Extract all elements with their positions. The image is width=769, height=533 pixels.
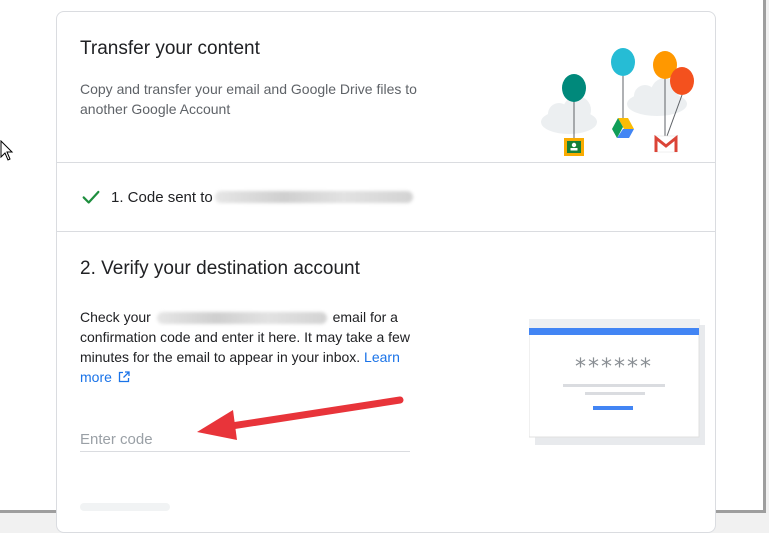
transfer-card: Transfer your content Copy and transfer … — [56, 11, 716, 533]
password-mask: ****** — [575, 355, 653, 380]
step-1-row: 1. Code sent to — [80, 185, 413, 209]
redacted-email — [214, 191, 413, 203]
header-section: Transfer your content Copy and transfer … — [57, 12, 715, 162]
verify-instructions: Check your email for a confirmation code… — [80, 307, 420, 387]
next-button-placeholder — [80, 503, 170, 511]
google-drive-icon — [612, 118, 634, 138]
external-link-icon[interactable] — [118, 371, 130, 383]
check-icon — [82, 190, 100, 204]
google-classroom-icon — [564, 138, 584, 156]
page-description: Copy and transfer your email and Google … — [80, 81, 417, 117]
step-1-label: 1. Code sent to — [111, 188, 213, 206]
step-2-title: 2. Verify your destination account — [80, 258, 360, 279]
annotation-arrow-icon — [197, 396, 404, 440]
mouse-cursor-icon — [0, 140, 14, 161]
verify-illustration — [529, 319, 705, 445]
divider — [57, 231, 715, 232]
window-frame: Transfer your content Copy and transfer … — [0, 0, 766, 533]
instructions-prefix: Check your — [80, 309, 151, 325]
page-title: Transfer your content — [80, 38, 260, 59]
balloons-illustration — [541, 48, 694, 156]
divider — [57, 162, 715, 163]
redacted-email — [156, 312, 327, 325]
gmail-icon — [654, 134, 678, 153]
